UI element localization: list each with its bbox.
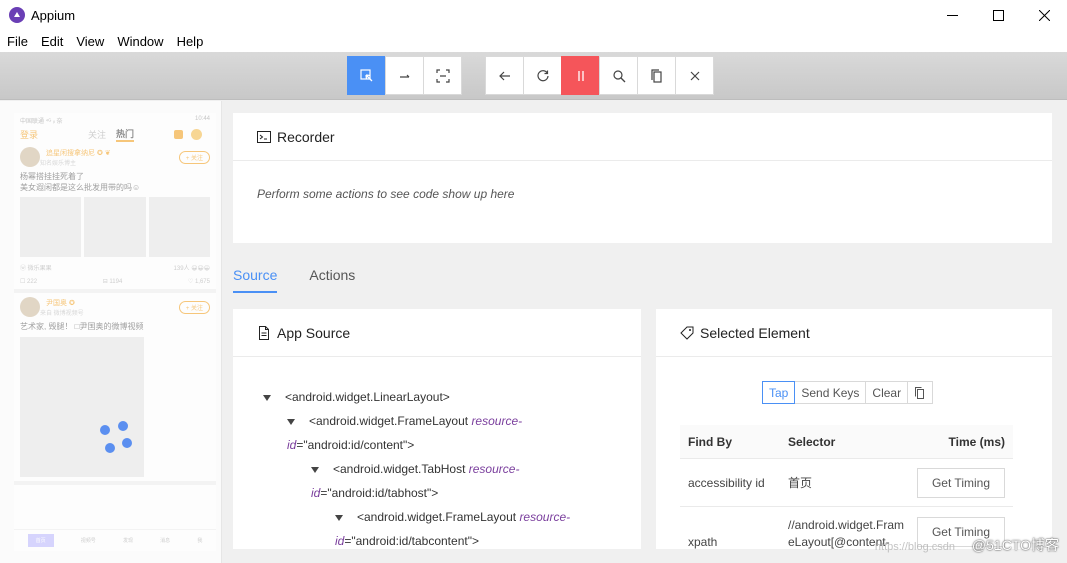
table-row: xpath //android.widget.FrameLayout[@cont… <box>680 507 1013 549</box>
selected-element-title: Selected Element <box>700 324 810 341</box>
copy-xml-button[interactable] <box>637 56 676 95</box>
title-bar: Appium <box>0 0 1067 30</box>
window-title: Appium <box>31 7 76 23</box>
file-icon <box>259 325 269 340</box>
tag-icon <box>680 326 694 340</box>
avatar <box>20 147 40 167</box>
minimize-icon[interactable] <box>929 0 975 30</box>
element-actions: Tap Send Keys Clear <box>762 381 934 404</box>
watermark-url: https://blog.csdn <box>874 541 955 553</box>
quit-session-button[interactable] <box>675 56 714 95</box>
selected-element-header: Selected Element <box>656 309 1052 357</box>
device-screenshot-pane[interactable]: 中国联通 ⁴ᴳ ᵢₗ 奈 10:44 登录 关注 热门 追星闲搜拿纳尼 ✪ ❦ … <box>0 101 222 563</box>
avatar <box>20 297 40 317</box>
selected-element-panel: Selected Element Tap Send Keys Clear Fin… <box>656 309 1052 549</box>
recorder-message: Perform some actions to see code show up… <box>257 187 515 201</box>
search-button[interactable] <box>599 56 638 95</box>
select-element-button[interactable] <box>347 56 386 95</box>
source-tree: <android.widget.LinearLayout> <android.w… <box>233 357 641 549</box>
maximize-icon[interactable] <box>975 0 1021 30</box>
phone-edit-icon <box>174 129 184 139</box>
caret-down-icon[interactable] <box>287 418 295 425</box>
copy-xml-icon <box>650 68 662 83</box>
app-source-header: App Source <box>233 309 641 357</box>
select-element-icon <box>359 68 372 81</box>
phone-avatar-icon <box>191 128 203 140</box>
inspector-tabs: Source Actions <box>233 263 387 293</box>
swipe-icon <box>399 74 409 78</box>
refresh-button[interactable] <box>523 56 562 95</box>
caret-down-icon[interactable] <box>263 394 271 401</box>
inspector-content: Recorder Perform some actions to see cod… <box>222 101 1067 563</box>
tap-by-coordinates-button[interactable] <box>423 56 462 95</box>
menu-edit[interactable]: Edit <box>34 34 69 49</box>
get-timing-button[interactable]: Get Timing <box>916 467 1005 498</box>
watermark: @51CTO博客 <box>971 537 1059 553</box>
menu-bar: File Edit View Window Help <box>0 30 1067 52</box>
post-image <box>20 197 82 257</box>
post-image <box>148 197 210 257</box>
caret-down-icon[interactable] <box>335 514 343 521</box>
recorder-header: Recorder <box>233 113 1052 161</box>
recorder-title: Recorder <box>277 128 335 145</box>
close-icon <box>690 71 699 80</box>
inspector-toolbar <box>0 52 1067 100</box>
table-header: Find By Selector Time (ms) <box>680 425 1013 459</box>
post-image <box>84 197 146 257</box>
device-screenshot[interactable]: 中国联通 ⁴ᴳ ᵢₗ 奈 10:44 登录 关注 热门 追星闲搜拿纳尼 ✪ ❦ … <box>14 113 216 551</box>
tab-source[interactable]: Source <box>233 263 278 293</box>
tree-node[interactable]: <android.widget.LinearLayout> <box>263 385 641 409</box>
back-button[interactable] <box>485 56 524 95</box>
tap-by-coordinates-icon <box>435 68 450 83</box>
menu-file[interactable]: File <box>0 34 34 49</box>
copy-attributes-button[interactable] <box>907 381 934 404</box>
window-close-icon[interactable] <box>1021 0 1067 30</box>
tree-node[interactable]: <android.widget.FrameLayout resource- id… <box>263 505 641 549</box>
recorder-panel: Recorder Perform some actions to see cod… <box>233 113 1052 243</box>
pause-icon <box>577 70 584 81</box>
tree-node[interactable]: <android.widget.TabHost resource- id="an… <box>263 457 641 505</box>
send-keys-button[interactable]: Send Keys <box>794 381 867 404</box>
tab-actions[interactable]: Actions <box>309 263 355 293</box>
refresh-icon <box>536 69 549 81</box>
copy-icon <box>915 386 925 399</box>
app-source-title: App Source <box>277 324 351 341</box>
phone-bottom-nav: 首页 视频号 发现 消息 我 <box>14 529 216 551</box>
swipe-button[interactable] <box>385 56 424 95</box>
loading-spinner-icon <box>100 421 136 457</box>
appium-logo-icon <box>9 7 25 23</box>
menu-help[interactable]: Help <box>170 34 210 49</box>
search-icon <box>612 69 625 82</box>
menu-window[interactable]: Window <box>110 34 169 49</box>
caret-down-icon[interactable] <box>311 466 319 473</box>
terminal-icon <box>257 130 271 143</box>
phone-post: 追星闲搜拿纳尼 ✪ ❦ 知名娱乐博主 + 关注 杨幂搭挂挂死着了 美女遐闲都是这… <box>14 143 216 293</box>
menu-view[interactable]: View <box>69 34 110 49</box>
phone-top-tabs: 登录 关注 热门 <box>14 125 216 143</box>
clear-button[interactable]: Clear <box>865 381 909 404</box>
selector-table: Find By Selector Time (ms) accessibility… <box>680 425 1013 549</box>
pause-recording-button[interactable] <box>561 56 600 95</box>
app-source-panel: App Source <android.widget.LinearLayout>… <box>233 309 641 549</box>
table-row: accessibility id 首页 Get Timing <box>680 459 1013 507</box>
tree-node[interactable]: <android.widget.FrameLayout resource- id… <box>263 409 641 457</box>
phone-status-bar: 中国联通 ⁴ᴳ ᵢₗ 奈 10:44 <box>20 116 210 125</box>
back-icon <box>498 71 510 80</box>
tap-button[interactable]: Tap <box>762 381 796 404</box>
